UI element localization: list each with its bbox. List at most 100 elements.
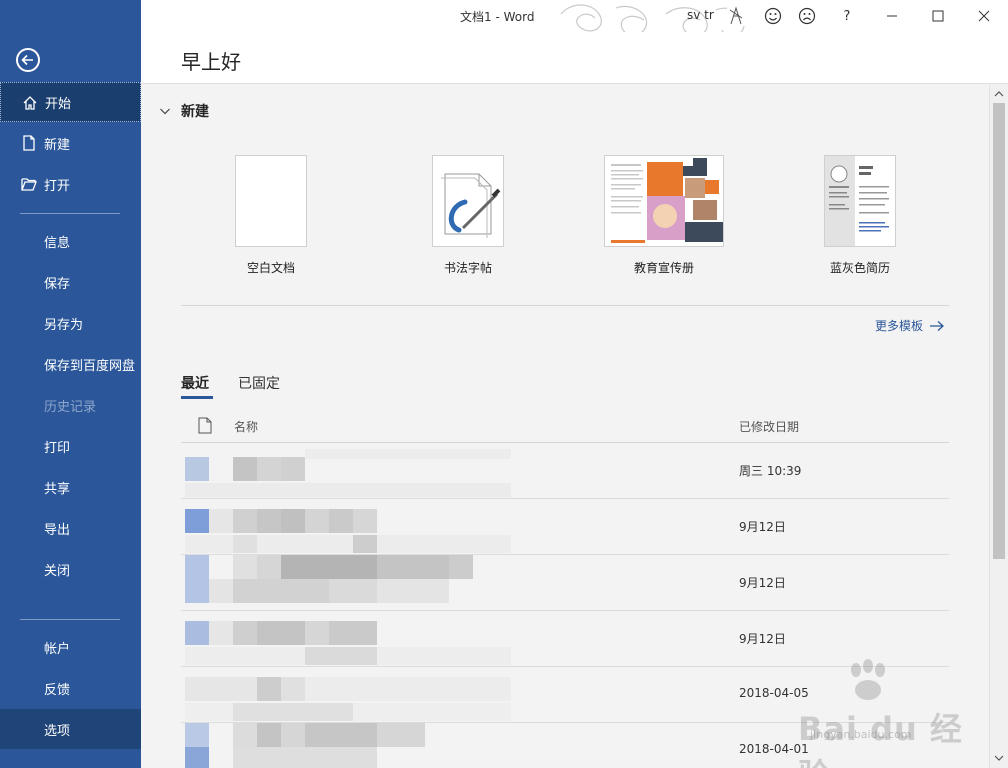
template-blank-document[interactable]: 空白文档 [191,155,351,276]
page-title: 早上好 [181,50,241,74]
backstage-sidebar: 开始 新建 打开 信息 保存 另存为 保存到百度网盘 历史记录 打印 共享 导出… [0,0,141,768]
pixelated-file-name [185,621,511,665]
recent-file-row[interactable]: 周三 10:39 [181,443,949,499]
template-label: 空白文档 [246,261,295,275]
maximize-button[interactable] [926,4,950,28]
sidebar-item-label: 共享 [44,481,71,497]
title-bar: 文档1 - Word sv tr ? [141,0,1008,48]
recent-file-row[interactable]: 9月12日 [181,499,949,555]
modified-date: 周三 10:39 [739,464,802,478]
recent-file-row[interactable]: 9月12日 [181,555,949,611]
sidebar-item-history: 历史记录 [0,385,141,425]
tab-recent[interactable]: 最近 [181,373,209,393]
resume-thumbnail [824,155,896,247]
sidebar-item-label: 新建 [44,137,71,153]
arrow-right-icon [930,320,944,331]
sidebar-item-feedback[interactable]: 反馈 [0,668,141,708]
home-icon [23,96,37,110]
pixelated-file-name [185,509,511,553]
sidebar-item-label: 保存 [44,276,71,292]
recent-file-row[interactable]: 2018-04-01 [181,723,949,768]
backstage-main: 新建 空白文档 书法字帖 教育宣传册 蓝灰色简历 更多模板 最近 已固定 名称 … [141,85,989,768]
sidebar-item-label: 打开 [44,178,71,194]
recent-file-row[interactable]: 9月12日 [181,611,949,667]
vertical-scrollbar[interactable] [989,85,1008,768]
sidebar-item-share[interactable]: 共享 [0,467,141,507]
sidebar-item-info[interactable]: 信息 [0,221,141,261]
sidebar-item-label: 历史记录 [44,399,97,415]
sidebar-divider [20,213,120,214]
recent-file-row[interactable]: 2018-04-05 [181,667,949,723]
education-brochure-thumbnail [604,155,724,247]
resume-preview-graphic [825,156,889,246]
sidebar-item-label: 选项 [44,723,71,739]
template-calligraphy[interactable]: 书法字帖 [388,155,548,276]
calligraphy-brush-icon [441,173,501,238]
close-icon [978,10,990,22]
sidebar-item-close[interactable]: 关闭 [0,549,141,589]
sidebar-item-home[interactable]: 开始 [0,82,141,122]
template-blue-gray-resume[interactable]: 蓝灰色简历 [780,155,940,276]
modified-date: 9月12日 [739,520,786,534]
pixelated-file-name [185,555,473,603]
new-doc-icon [23,135,35,151]
sidebar-item-open[interactable]: 打开 [0,164,141,204]
help-icon: ? [843,8,851,24]
blank-document-thumbnail [235,155,307,247]
sidebar-item-label: 开始 [45,96,72,112]
sidebar-item-label: 另存为 [44,317,84,333]
document-title: 文档1 - Word [460,10,535,24]
sidebar-item-print[interactable]: 打印 [0,426,141,466]
sidebar-item-save-as[interactable]: 另存为 [0,303,141,343]
template-education-brochure[interactable]: 教育宣传册 [584,155,744,276]
minimize-button[interactable] [880,4,904,28]
sidebar-item-account[interactable]: 帐户 [0,627,141,667]
brochure-preview-graphic [605,156,723,246]
back-button[interactable] [16,48,40,72]
smile-icon [764,7,782,25]
sidebar-item-save[interactable]: 保存 [0,262,141,302]
new-section-toggle[interactable]: 新建 [159,101,209,121]
sidebar-item-export[interactable]: 导出 [0,508,141,548]
file-type-icon [198,417,212,434]
sidebar-divider [20,619,120,620]
scroll-up-arrow-icon[interactable] [993,89,1005,99]
help-button[interactable]: ? [835,4,859,28]
pixelated-file-name [185,677,511,721]
modified-date: 9月12日 [739,576,786,590]
template-label: 书法字帖 [443,261,492,275]
modified-date: 2018-04-01 [739,742,809,756]
new-section-title: 新建 [181,104,209,120]
greeting-header: 早上好 [141,32,1008,84]
user-avatar[interactable] [727,4,745,26]
template-label: 教育宣传册 [633,261,694,275]
sidebar-item-new[interactable]: 新建 [0,123,141,163]
sidebar-item-label: 反馈 [44,682,71,698]
sidebar-item-options[interactable]: 选项 [0,709,141,749]
sidebar-item-label: 帐户 [44,641,71,657]
sidebar-item-label: 打印 [44,440,71,456]
frown-feedback-button[interactable] [795,4,819,28]
close-window-button[interactable] [972,4,996,28]
maximize-icon [932,10,944,22]
column-name-header[interactable]: 名称 [234,418,258,435]
user-name[interactable]: sv tr [687,8,714,22]
open-folder-icon [21,178,37,191]
template-label: 蓝灰色简历 [829,261,890,275]
modified-date: 9月12日 [739,632,786,646]
sidebar-item-save-baidu[interactable]: 保存到百度网盘 [0,344,141,384]
modified-date: 2018-04-05 [739,686,809,700]
back-arrow-icon [21,54,33,66]
more-templates-label: 更多模板 [875,319,924,333]
more-templates-link[interactable]: 更多模板 [875,317,945,334]
tab-pinned[interactable]: 已固定 [238,373,280,393]
sidebar-item-label: 关闭 [44,563,71,579]
tab-active-indicator [181,396,213,399]
scroll-down-arrow-icon[interactable] [993,753,1005,763]
calligraphy-thumbnail [432,155,504,247]
file-list-header: 名称 已修改日期 [181,415,949,443]
smile-feedback-button[interactable] [761,4,785,28]
chevron-down-icon [160,108,170,115]
column-date-header[interactable]: 已修改日期 [739,418,799,435]
scrollbar-thumb[interactable] [993,103,1005,559]
